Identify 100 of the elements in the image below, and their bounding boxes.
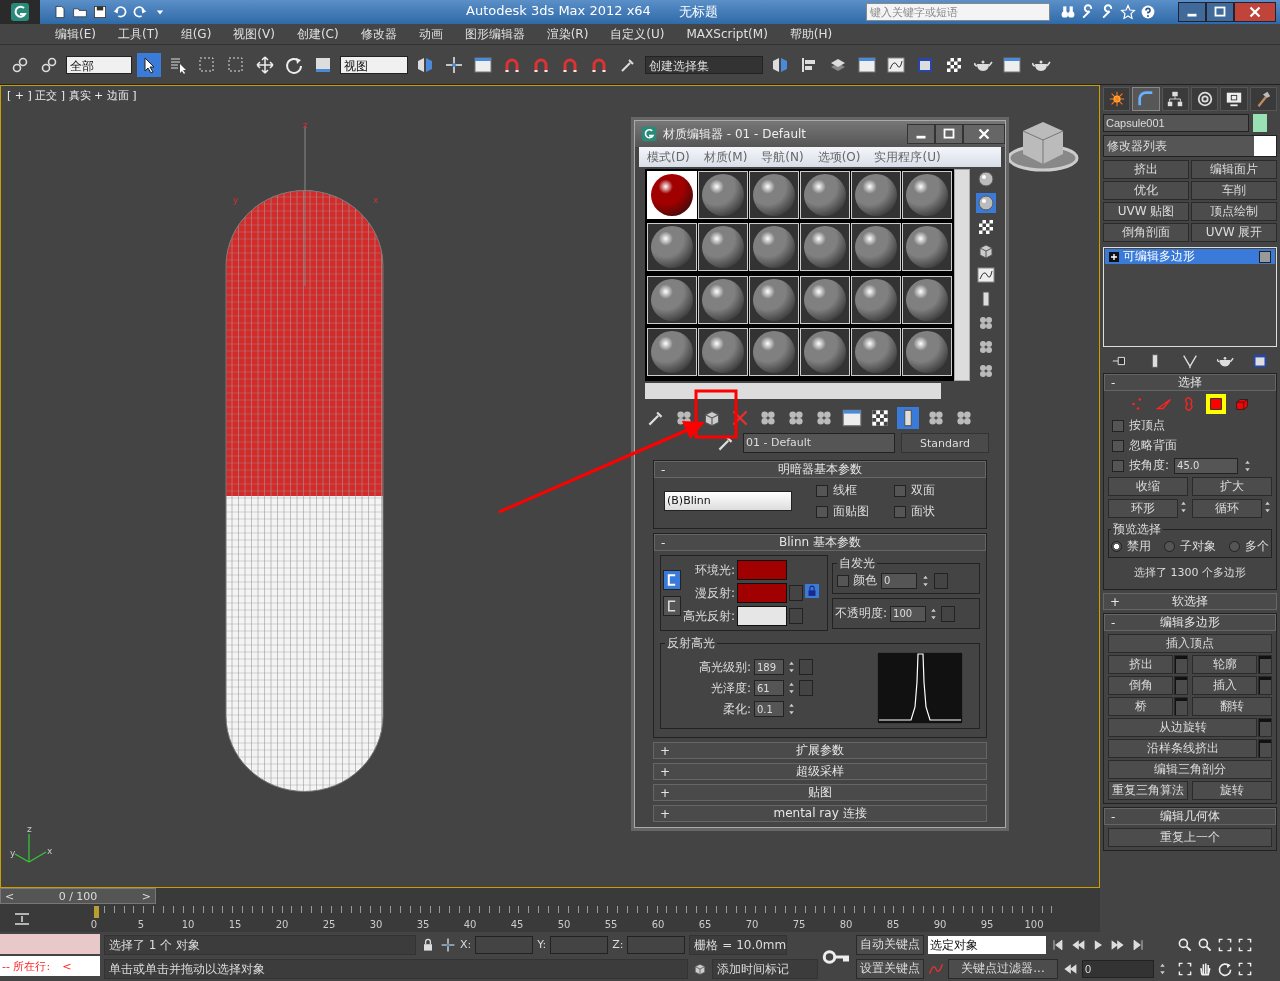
polygon-level-icon[interactable]	[1206, 394, 1226, 414]
video-color-icon[interactable]	[976, 265, 996, 285]
coordinate-field[interactable]	[475, 935, 534, 954]
rollout-header[interactable]: + mental ray 连接	[653, 805, 987, 822]
new-file-icon[interactable]	[52, 4, 68, 20]
menu-item[interactable]: 实用程序(U)	[874, 148, 941, 166]
object-name-field[interactable]: Capsule001	[1103, 114, 1249, 132]
rollout-header[interactable]: + 贴图	[653, 784, 987, 801]
display-tab[interactable]	[1220, 87, 1248, 111]
menu-item[interactable]: 编辑(E)	[55, 25, 96, 43]
maximize-toggle-icon[interactable]	[1237, 960, 1253, 977]
menu-item[interactable]: MAXScript(M)	[686, 27, 768, 41]
radio-button[interactable]	[1111, 541, 1122, 552]
redo-icon[interactable]	[132, 4, 148, 20]
edit-polygon-button[interactable]: 插入顶点	[1108, 634, 1272, 653]
checkbox[interactable]	[816, 505, 828, 518]
rollout-header[interactable]: - 编辑多边形	[1104, 614, 1276, 631]
current-frame-marker[interactable]	[94, 906, 99, 918]
rollout-header[interactable]: + 超级采样	[653, 763, 987, 780]
color-swatch[interactable]	[737, 583, 788, 603]
modifier-button[interactable]: 挤出	[1103, 160, 1189, 179]
favorites-icon[interactable]	[1120, 4, 1136, 20]
edit-polygon-button[interactable]: 从边旋转	[1108, 718, 1257, 737]
search-field[interactable]: 键入关键字或短语	[866, 3, 1050, 21]
search-binoculars-icon[interactable]	[1060, 4, 1076, 20]
minimize-icon[interactable]	[907, 124, 935, 144]
spinner-icon[interactable]	[787, 701, 796, 717]
spinner-icon[interactable]	[787, 680, 796, 696]
edit-polygon-button[interactable]: 翻转	[1192, 697, 1272, 716]
zoom-icon[interactable]	[1177, 936, 1193, 953]
maximize-icon[interactable]	[1206, 2, 1234, 22]
checkbox[interactable]	[816, 484, 828, 497]
show-map-icon[interactable]	[869, 407, 891, 429]
angle-field[interactable]: 45.0	[1174, 457, 1239, 474]
application-button[interactable]	[0, 0, 40, 24]
set-key-button[interactable]: 设置关键点	[856, 958, 924, 979]
modifier-button[interactable]: 顶点绘制	[1191, 202, 1277, 221]
undo-icon[interactable]	[112, 4, 128, 20]
menu-item[interactable]: 帮助(H)	[789, 25, 833, 43]
material-type-button[interactable]: Standard	[901, 433, 989, 453]
expand-icon[interactable]	[1109, 251, 1119, 262]
menu-item[interactable]: 工具(T)	[117, 25, 159, 43]
number-field[interactable]: 61	[754, 680, 784, 696]
stack-item[interactable]: 可编辑多边形	[1105, 249, 1275, 264]
rollout-header[interactable]: - 明暗器基本参数	[654, 461, 986, 478]
maximize-viewport-icon[interactable]	[1237, 936, 1253, 953]
number-field[interactable]: 0	[881, 572, 917, 589]
edit-polygon-button[interactable]: 挤出	[1108, 655, 1173, 674]
viewport[interactable]	[0, 85, 1100, 888]
link-bracket-icon[interactable]	[663, 570, 681, 590]
horizontal-scrollbar[interactable]	[645, 383, 941, 399]
link-bracket-icon[interactable]	[663, 596, 681, 616]
number-field[interactable]: 0.1	[754, 701, 784, 717]
menu-item[interactable]: 渲染(R)	[546, 25, 589, 43]
viewport-label[interactable]: [ + ] 正交 ] 真实 + 边面 ]	[7, 88, 137, 103]
create-tab[interactable]	[1103, 87, 1131, 111]
maximize-icon[interactable]	[935, 124, 963, 144]
help-icon[interactable]	[1140, 4, 1156, 20]
utilities-tab[interactable]	[1249, 87, 1277, 111]
time-slider[interactable]: < 0 / 100 >	[0, 888, 1100, 906]
key-filters-button[interactable]: 关键点过滤器...	[948, 958, 1058, 979]
edit-polygon-button[interactable]: 编辑三角剖分	[1108, 760, 1272, 779]
rollout-header[interactable]: + 扩展参数	[653, 742, 987, 759]
time-slider-thumb[interactable]: < 0 / 100 >	[0, 888, 156, 904]
checkbox[interactable]	[1112, 459, 1124, 472]
coordinate-field[interactable]	[627, 935, 686, 954]
edit-polygon-button[interactable]: 旋转	[1192, 781, 1272, 800]
transform-mode-icon[interactable]	[440, 936, 456, 953]
backlight-icon[interactable]	[976, 193, 996, 213]
edit-polygon-button[interactable]: 桥	[1108, 697, 1173, 716]
edit-polygon-button[interactable]: 轮廓	[1192, 655, 1257, 674]
rollout-header[interactable]: + 软选择	[1103, 593, 1277, 610]
edit-polygon-button[interactable]: 倒角	[1108, 676, 1173, 695]
script-listener-field[interactable]	[0, 934, 100, 954]
save-icon[interactable]	[92, 4, 108, 20]
selection-button[interactable]: 扩大	[1192, 477, 1272, 496]
edit-polygon-button[interactable]: 沿样条线挤出	[1108, 739, 1257, 758]
edit-polygon-button[interactable]: 插入	[1192, 676, 1257, 695]
selection-button[interactable]: 收缩	[1108, 477, 1188, 496]
hierarchy-tab[interactable]	[1161, 87, 1189, 111]
selection-filter-dropdown[interactable]: 全部	[66, 55, 132, 74]
menu-item[interactable]: 修改器	[360, 25, 397, 43]
add-time-tag[interactable]: 添加时间标记	[712, 958, 818, 979]
radio-button[interactable]	[1164, 541, 1175, 552]
menu-item[interactable]: 自定义(U)	[610, 25, 665, 43]
checkbox[interactable]	[894, 505, 906, 518]
edit-polygon-button[interactable]: 重复三角算法	[1108, 781, 1188, 800]
spinner-icon[interactable]	[787, 659, 796, 675]
vertical-scrollbar[interactable]	[954, 169, 970, 381]
modifier-button[interactable]: UVW 贴图	[1103, 202, 1189, 221]
close-icon[interactable]	[963, 124, 1005, 144]
lock-icon[interactable]	[805, 584, 820, 598]
orbit-icon[interactable]	[1217, 960, 1233, 977]
motion-tab[interactable]	[1191, 87, 1219, 111]
sample-type-icon[interactable]	[976, 169, 996, 189]
material-name-dropdown[interactable]: 01 - Default	[743, 433, 895, 453]
checkbox[interactable]	[1112, 439, 1124, 452]
menu-item[interactable]: 导航(N)	[761, 148, 804, 166]
modifier-button[interactable]: 车削	[1191, 181, 1277, 200]
selection-button[interactable]: 循环	[1192, 499, 1262, 518]
